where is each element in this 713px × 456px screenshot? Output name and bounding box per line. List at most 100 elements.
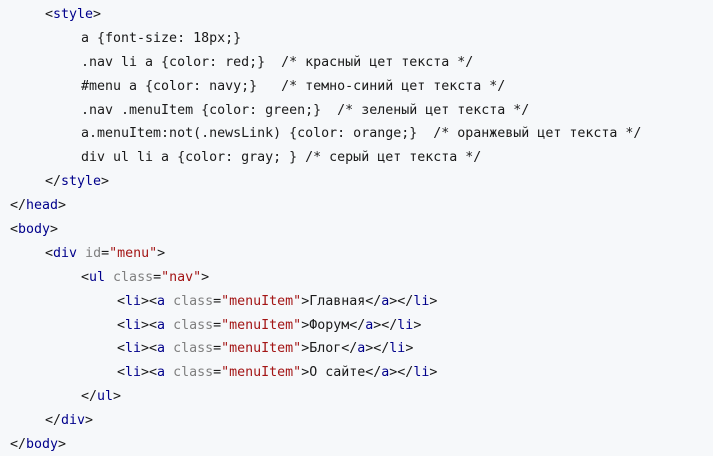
angle-bracket: </ — [10, 198, 27, 214]
angle-bracket: </ — [10, 437, 27, 453]
attribute-name: class — [173, 341, 214, 357]
angle-bracket: > — [429, 365, 438, 381]
angle-bracket: > — [58, 437, 67, 453]
tag-name: a — [157, 365, 166, 381]
angle-bracket: > — [429, 293, 438, 309]
tag-name: a — [157, 293, 166, 309]
tag-name: a — [157, 341, 166, 357]
tag-name: head — [26, 198, 59, 214]
attribute-value: "menu" — [109, 245, 158, 261]
code-line: #menu a {color: navy;} /* темно-синий це… — [0, 75, 713, 99]
code-line: <li><a class="menuItem">Форум</a></li> — [0, 314, 713, 338]
angle-bracket: > — [405, 341, 414, 357]
attribute-name: class — [173, 293, 214, 309]
angle-bracket: < — [117, 341, 126, 357]
code-line: div ul li a {color: gray; } /* серый цет… — [0, 146, 713, 170]
tag-name: li — [125, 317, 142, 333]
equals-sign: = — [153, 269, 162, 285]
code-line: </head> — [0, 194, 713, 218]
code-line: <style> — [0, 3, 713, 27]
css-rule-text: .nav .menuItem {color: green;} /* зелены… — [81, 102, 530, 118]
angle-bracket: < — [10, 222, 19, 238]
angle-bracket: > — [101, 174, 110, 190]
angle-bracket: > — [301, 293, 310, 309]
angle-bracket: > — [301, 317, 310, 333]
tag-name: style — [61, 174, 102, 190]
link-text: О сайте — [309, 365, 366, 381]
equals-sign: = — [213, 293, 222, 309]
code-line: <li><a class="menuItem">Блог</a></li> — [0, 337, 713, 361]
equals-sign: = — [101, 245, 110, 261]
tag-name: style — [53, 7, 94, 22]
angle-bracket: </ — [365, 365, 382, 381]
angle-bracket: < — [45, 245, 54, 261]
tag-name: li — [397, 317, 414, 333]
attribute-value: "menuItem" — [221, 365, 302, 381]
angle-bracket: > — [301, 365, 310, 381]
tag-name: li — [125, 341, 142, 357]
angle-bracket: > — [58, 198, 67, 214]
angle-bracket: >< — [141, 293, 158, 309]
tag-name: li — [125, 293, 142, 309]
angle-bracket: < — [117, 293, 126, 309]
angle-bracket: < — [81, 269, 90, 285]
code-line: </div> — [0, 409, 713, 433]
code-line: </ul> — [0, 385, 713, 409]
attribute-value: "menuItem" — [221, 341, 302, 357]
tag-name: body — [26, 437, 59, 453]
angle-bracket: </ — [341, 341, 358, 357]
tag-name: ul — [89, 269, 106, 285]
code-line: <div id="menu"> — [0, 242, 713, 266]
angle-bracket: > — [301, 341, 310, 357]
attribute-name: id — [85, 245, 102, 261]
css-rule-text: #menu a {color: navy;} /* темно-синий це… — [81, 78, 506, 94]
angle-bracket: > — [413, 317, 422, 333]
css-rule-text: a.menuItem:not(.newsLink) {color: orange… — [81, 126, 642, 142]
code-line: a.menuItem:not(.newsLink) {color: orange… — [0, 122, 713, 146]
attribute-value: "menuItem" — [221, 293, 302, 309]
link-text: Главная — [309, 293, 366, 309]
tag-name: ul — [97, 389, 114, 405]
equals-sign: = — [213, 365, 222, 381]
angle-bracket: > — [201, 269, 210, 285]
tag-name: li — [413, 365, 430, 381]
angle-bracket: </ — [349, 317, 366, 333]
code-line: a {font-size: 18px;} — [0, 27, 713, 51]
angle-bracket: </ — [45, 413, 62, 429]
attribute-name: class — [173, 365, 214, 381]
equals-sign: = — [213, 317, 222, 333]
angle-bracket: </ — [45, 174, 62, 190]
angle-bracket: > — [113, 389, 122, 405]
angle-bracket: < — [45, 7, 54, 22]
angle-bracket: >< — [141, 317, 158, 333]
attribute-name: class — [173, 317, 214, 333]
angle-bracket: >< — [141, 341, 158, 357]
code-line: .nav li a {color: red;} /* красный цет т… — [0, 51, 713, 75]
angle-bracket: > — [50, 222, 59, 238]
angle-bracket: > — [85, 413, 94, 429]
link-text: Форум — [309, 317, 350, 333]
tag-name: li — [413, 293, 430, 309]
attribute-name: class — [113, 269, 154, 285]
code-line: </body> — [0, 433, 713, 456]
angle-bracket: ></ — [373, 317, 398, 333]
angle-bracket: < — [117, 317, 126, 333]
angle-bracket: ></ — [365, 341, 390, 357]
attribute-value: "nav" — [161, 269, 202, 285]
angle-bracket: > — [93, 7, 102, 22]
tag-name: a — [157, 317, 166, 333]
tag-name: li — [125, 365, 142, 381]
code-line: <body> — [0, 218, 713, 242]
tag-name: div — [53, 245, 78, 261]
tag-name: li — [389, 341, 406, 357]
angle-bracket: ></ — [389, 293, 414, 309]
css-rule-text: a {font-size: 18px;} — [81, 30, 242, 46]
equals-sign: = — [213, 341, 222, 357]
angle-bracket: </ — [81, 389, 98, 405]
css-rule-text: div ul li a {color: gray; } /* серый цет… — [81, 150, 482, 166]
code-line: <ul class="nav"> — [0, 266, 713, 290]
link-text: Блог — [309, 341, 342, 357]
